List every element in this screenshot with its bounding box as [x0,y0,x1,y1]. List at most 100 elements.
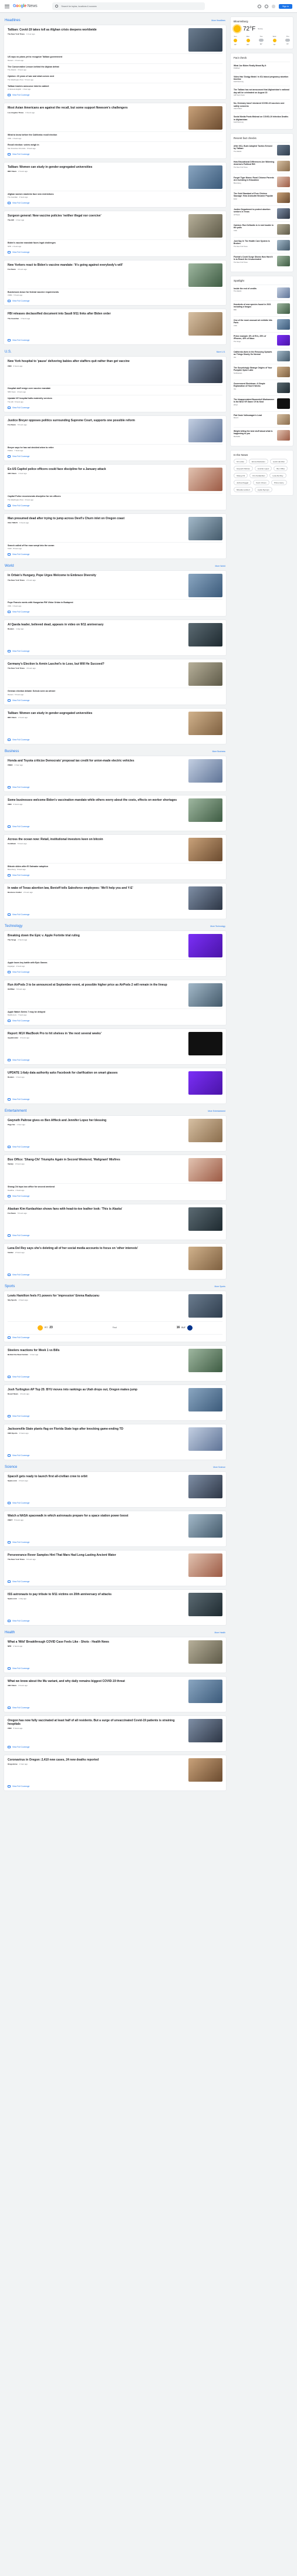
story-source[interactable]: The New York Times [8,1558,25,1561]
story-source[interactable]: Los Angeles Times [8,111,23,114]
full-coverage-link[interactable]: View Full Coverage [8,649,222,652]
more-link[interactable]: More Headlines [211,19,225,22]
more-link[interactable]: More Technology [210,925,225,928]
full-coverage-link[interactable]: View Full Coverage [8,339,222,342]
full-coverage-link[interactable]: View Full Coverage [8,1194,222,1197]
story-thumbnail[interactable] [188,886,222,910]
story-headline[interactable]: Honda and Toyota criticize Democrats' pr… [8,759,185,763]
side-item[interactable]: The Unappreciated Boomshell Warhammer Is… [234,395,290,411]
full-coverage-link[interactable]: View Full Coverage [8,699,222,702]
story-thumbnail[interactable] [188,418,222,442]
related-headline[interactable]: Hospital staff resign over vaccine manda… [8,387,222,390]
topic-chip[interactable]: Sri Lanka [234,459,247,465]
story-source[interactable]: BBC News [8,170,16,172]
related-headline[interactable]: Upstate NY hospital halts maternity serv… [8,397,222,400]
story-source[interactable]: BBC News [8,716,16,719]
full-coverage-link[interactable]: View Full Coverage [8,251,222,253]
topic-chip[interactable]: Prince Harry [271,480,287,486]
side-item[interactable]: The Gold Standard of Pure Chicken Sausag… [234,189,290,205]
story-headline[interactable]: What we know about the Mu variant, and w… [8,1680,185,1683]
full-coverage-link[interactable]: View Full Coverage [8,1541,222,1543]
story-source[interactable]: Behind the Steel Curtain [8,1353,28,1356]
side-item[interactable]: One of the most unusual art exhibits hit… [234,316,290,332]
more-link[interactable]: More U.S. [217,351,225,353]
settings-icon[interactable] [265,4,268,8]
score-board[interactable]: PIT 23 Final 16 BUF [8,1321,222,1335]
related-headline[interactable]: The Conservative Lesson behind the Afgha… [8,66,222,69]
related-headline[interactable]: Opinion: 20 years of war and what comes … [8,75,222,78]
section-title[interactable]: Technology [5,925,22,928]
full-coverage-link[interactable]: View Full Coverage [8,913,222,916]
story-headline[interactable]: Man presumed dead after trying to jump a… [8,517,185,520]
side-item[interactable]: Video Has 'Dodgy Meals' in ICU about pre… [234,72,290,86]
story-thumbnail[interactable] [188,1207,222,1231]
more-link[interactable]: More Sports [215,1285,225,1288]
story-source[interactable]: Desert News [8,1393,18,1395]
related-headline[interactable]: Taliban leaders announce interim cabinet [8,85,222,88]
topic-chip[interactable]: Lupita Nyong'o [254,487,272,493]
story-source[interactable]: Fox News [8,424,16,426]
related-headline[interactable]: German election debate: Scholz seen as w… [8,690,222,693]
story-source[interactable]: AppleInsider [8,1037,18,1039]
more-link[interactable]: More Entertainment [208,1110,225,1112]
google-news-logo[interactable]: Google News [13,4,38,8]
story-headline[interactable]: Lewis Hamilton feels F1 powers for 'impr… [8,1294,185,1298]
side-item[interactable]: Wright telling the best stuff about what… [234,427,290,443]
story-thumbnail[interactable] [188,1592,222,1616]
story-thumbnail[interactable] [188,711,222,735]
story-thumbnail[interactable] [188,28,222,52]
full-coverage-link[interactable]: View Full Coverage [8,1020,222,1023]
story-thumbnail[interactable] [188,165,222,189]
full-coverage-link[interactable]: View Full Coverage [8,970,222,973]
story-headline[interactable]: Surgeon general: New vaccine policies 'n… [8,214,185,218]
side-item[interactable]: Forget Tiger Moms: Rural Chinese Parents… [234,174,290,189]
topic-chip[interactable]: Lana Del Rey [269,473,286,479]
story-thumbnail[interactable] [188,1387,222,1411]
side-item[interactable]: Prime example: 8% of EVs, 25% of iPhones… [234,332,290,348]
section-title[interactable]: Science [5,1465,17,1469]
story-thumbnail[interactable] [188,106,222,130]
spotlight-title[interactable]: Spotlight [234,279,290,282]
story-source[interactable]: The Hill [8,219,14,221]
story-thumbnail[interactable] [188,574,222,598]
story-source[interactable]: CNN [8,1727,12,1729]
story-thumbnail[interactable] [188,1119,222,1143]
story-thumbnail[interactable] [188,1158,222,1182]
related-headline[interactable]: US says no plans yet to recognize Taliba… [8,56,222,59]
story-source[interactable]: Sky Sports [8,1299,17,1301]
story-thumbnail[interactable] [188,1553,222,1577]
story-thumbnail[interactable] [188,1427,222,1451]
section-title[interactable]: U.S. [5,350,12,354]
full-coverage-link[interactable]: View Full Coverage [8,1580,222,1583]
story-headline[interactable]: Coronavirus in Oregon: 2,410 new cases, … [8,1758,185,1762]
story-thumbnail[interactable] [188,1348,222,1372]
story-headline[interactable]: Gwyneth Paltrow gives ex Ben Affleck and… [8,1119,185,1122]
story-headline[interactable]: Box Office: 'Shang-Chi' Triumphs Again i… [8,1158,185,1162]
side-item[interactable]: How Educational Differences Are Widening… [234,158,290,174]
side-item[interactable]: Government Shutdown: A Simple Explanatio… [234,380,290,395]
full-coverage-link[interactable]: View Full Coverage [8,610,222,613]
story-headline[interactable]: Breaking down the Epic v. Apple Fortnite… [8,934,185,937]
related-headline[interactable]: Biden's vaccine mandate faces legal chal… [8,242,222,245]
story-headline[interactable]: In Orbán's Hungary, Pope Urges Welcome t… [8,574,185,577]
story-source[interactable]: ABC News [8,472,16,475]
related-headline[interactable]: Apple loses key battle with Epic Games [8,962,222,964]
story-source[interactable]: USA TODAY [8,522,18,524]
story-headline[interactable]: New York hospital to 'pause' delivering … [8,360,185,363]
help-icon[interactable] [258,4,261,8]
story-source[interactable]: The New York Times [8,579,25,581]
search-input[interactable]: Search for topics, locations & sources [52,2,205,10]
story-headline[interactable]: Oregon has now fully vaccinated at least… [8,1719,185,1726]
story-headline[interactable]: Josh Turlington AP Top 25: BYU moves int… [8,1388,185,1392]
story-thumbnail[interactable] [188,662,222,686]
full-coverage-link[interactable]: View Full Coverage [8,1375,222,1378]
full-coverage-link[interactable]: View Full Coverage [8,1785,222,1788]
section-title[interactable]: Business [5,750,19,753]
story-headline[interactable]: Al Qaeda leader, believed dead, appears … [8,623,185,627]
related-headline[interactable]: What to know before the California recal… [8,134,222,137]
story-headline[interactable]: Some businesses welcome Biden's vaccinat… [8,798,185,802]
story-source[interactable]: Fox News [8,268,16,270]
story-source[interactable]: OregonLive [8,1763,18,1765]
side-item[interactable]: Fiat Ossie Volkswagen's Lead Motor1 [234,411,290,427]
story-headline[interactable]: SpaceX gets ready to launch first all-ci… [8,1475,185,1478]
